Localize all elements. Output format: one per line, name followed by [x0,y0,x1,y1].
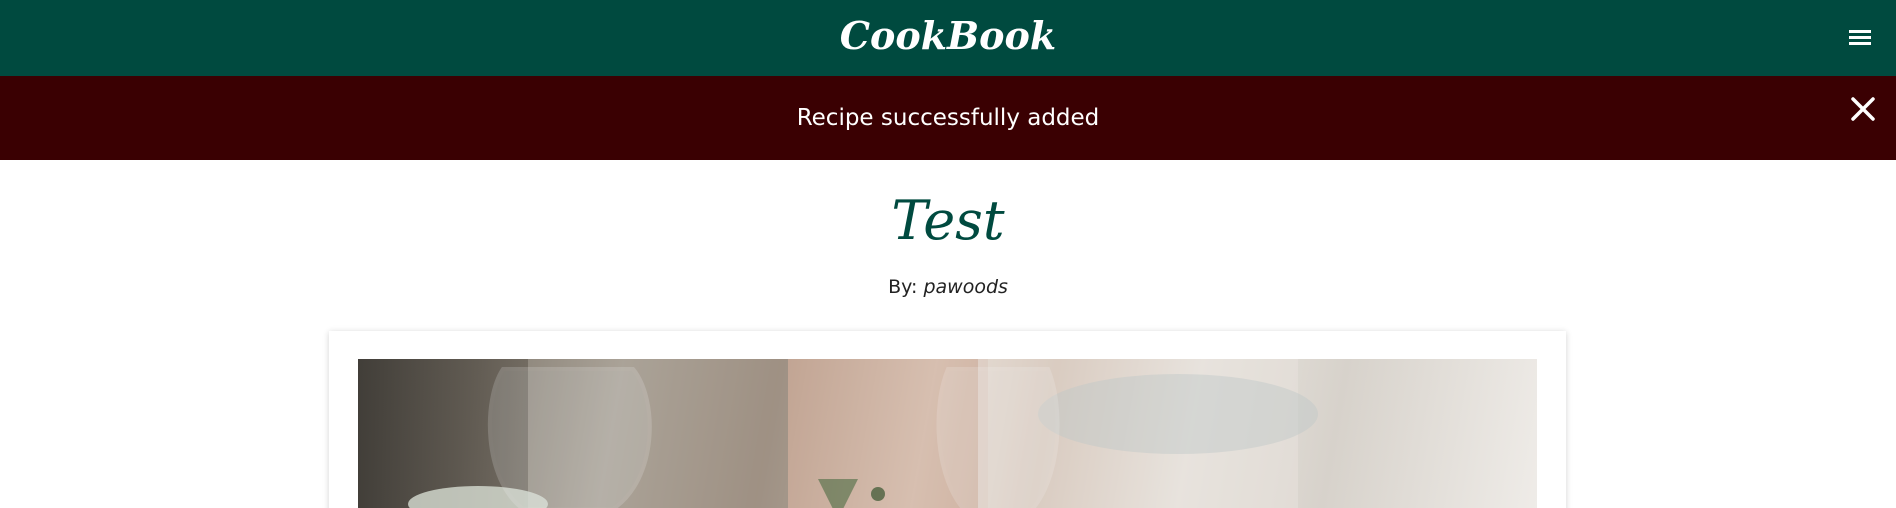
author-name: pawoods [923,276,1008,298]
menu-bar-bottom [1849,42,1871,45]
recipe-byline: By: pawoods [0,274,1896,300]
recipe-photo-illustration [358,359,1318,508]
menu-bar-top [1849,30,1871,33]
flash-message-text: Recipe successfully added [796,105,1100,131]
page: CookBook Recipe successfully added Test … [0,0,1896,508]
recipe-title: Test [891,189,1005,252]
hamburger-menu-icon[interactable] [1846,24,1874,52]
close-icon-graphic [1851,97,1875,121]
brand-logo-link[interactable]: CookBook [0,10,1896,62]
flash-message-banner: Recipe successfully added [0,76,1896,160]
top-navbar: CookBook [0,0,1896,76]
recipe-card [329,331,1566,508]
menu-bar-middle [1849,36,1871,39]
close-icon[interactable] [1848,94,1878,124]
by-label: By: [888,276,918,298]
recipe-photo [358,359,1537,508]
